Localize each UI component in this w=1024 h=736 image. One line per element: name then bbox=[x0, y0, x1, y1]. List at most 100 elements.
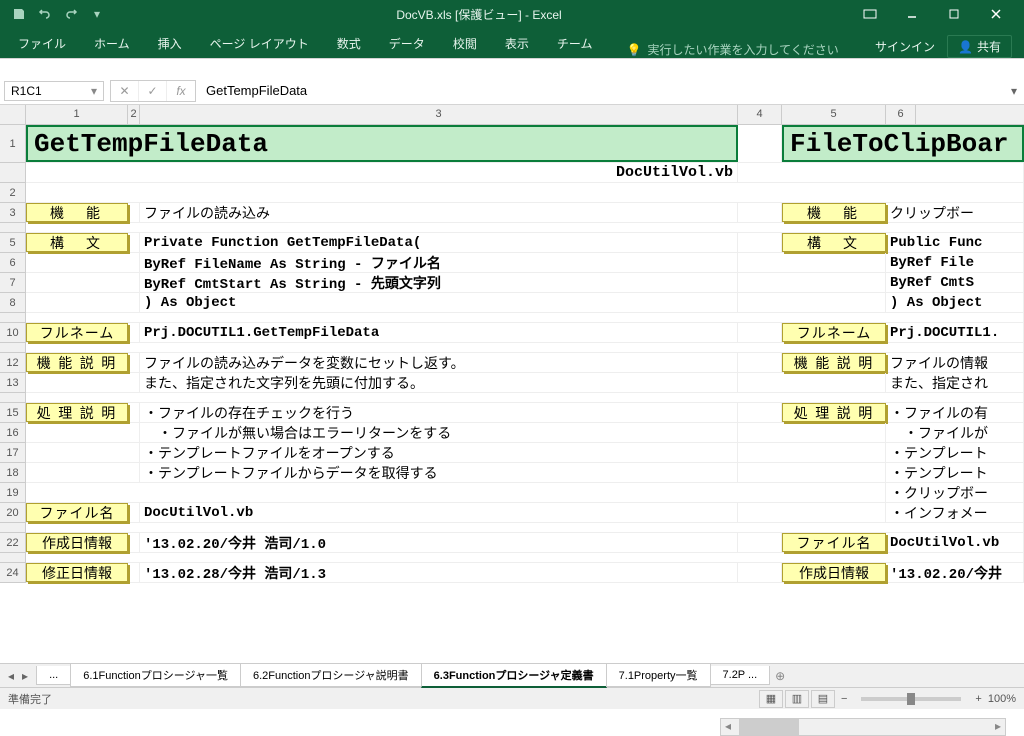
row-header[interactable]: 8 bbox=[0, 293, 26, 313]
row-header[interactable] bbox=[0, 163, 26, 183]
cell[interactable] bbox=[738, 253, 886, 272]
col-header[interactable]: 2 bbox=[128, 105, 140, 124]
cell[interactable]: ・テンプレート bbox=[886, 463, 1024, 482]
cell[interactable] bbox=[26, 293, 140, 312]
label-filename-2[interactable]: ファイル名 bbox=[782, 533, 886, 552]
undo-icon[interactable] bbox=[34, 3, 56, 25]
label-filename[interactable]: ファイル名 bbox=[26, 503, 128, 522]
tab-insert[interactable]: 挿入 bbox=[144, 29, 196, 58]
row-header[interactable]: 17 bbox=[0, 443, 26, 463]
col-header[interactable]: 6 bbox=[886, 105, 916, 124]
cell[interactable] bbox=[738, 503, 886, 522]
view-break-icon[interactable]: ▤ bbox=[811, 690, 835, 708]
tell-me[interactable]: 💡 実行したい作業を入力してください bbox=[626, 41, 838, 58]
save-icon[interactable] bbox=[8, 3, 30, 25]
view-page-icon[interactable]: ▥ bbox=[785, 690, 809, 708]
cell[interactable]: ) As Object bbox=[886, 293, 1024, 312]
cell[interactable] bbox=[738, 293, 886, 312]
cell[interactable]: ファイルの読み込みデータを変数にセットし返す。 bbox=[140, 353, 738, 372]
row-header[interactable]: 10 bbox=[0, 323, 26, 343]
maximize-icon[interactable] bbox=[934, 0, 974, 28]
label-fullname-2[interactable]: フルネーム bbox=[782, 323, 886, 342]
cell[interactable]: ファイルの情報 bbox=[886, 353, 1024, 372]
cell[interactable] bbox=[738, 443, 886, 462]
accept-formula-icon[interactable]: ✓ bbox=[139, 81, 167, 101]
cancel-formula-icon[interactable]: ✕ bbox=[111, 81, 139, 101]
cell[interactable] bbox=[128, 353, 140, 372]
col-header[interactable]: 5 bbox=[782, 105, 886, 124]
cell[interactable]: ・ファイルが無い場合はエラーリターンをする bbox=[140, 423, 738, 442]
tab-team[interactable]: チーム bbox=[543, 29, 607, 58]
cell[interactable]: Prj.DOCUTIL1. bbox=[886, 323, 1024, 342]
cell[interactable]: '13.02.20/今井 浩司/1.0 bbox=[140, 533, 738, 552]
cell[interactable]: DocUtilVol.vb bbox=[140, 503, 738, 522]
zoom-in-icon[interactable]: + bbox=[975, 693, 981, 705]
sheet-tab[interactable]: 6.1Functionプロシージャ一覧 bbox=[70, 664, 241, 687]
label-kinou[interactable]: 機 能 bbox=[26, 203, 128, 222]
cell[interactable]: ・クリップボー bbox=[886, 483, 1024, 502]
horizontal-scrollbar[interactable]: ◂ ▸ bbox=[720, 718, 1006, 736]
tab-data[interactable]: データ bbox=[375, 29, 439, 58]
row-header[interactable] bbox=[0, 313, 26, 323]
label-sakusei-2[interactable]: 作成日情報 bbox=[782, 563, 886, 582]
row-header[interactable]: 3 bbox=[0, 203, 26, 223]
scroll-thumb[interactable] bbox=[739, 719, 799, 735]
cell[interactable]: Public Func bbox=[886, 233, 1024, 252]
row-header[interactable]: 16 bbox=[0, 423, 26, 443]
zoom-level[interactable]: 100% bbox=[988, 693, 1016, 705]
row-header[interactable]: 20 bbox=[0, 503, 26, 523]
row-header[interactable]: 2 bbox=[0, 183, 26, 203]
label-koubun-2[interactable]: 構 文 bbox=[782, 233, 886, 252]
tab-nav-first-icon[interactable]: ◂ bbox=[8, 669, 14, 683]
tab-file[interactable]: ファイル bbox=[4, 29, 80, 58]
row-header[interactable] bbox=[0, 553, 26, 563]
sheet-tab-active[interactable]: 6.3Functionプロシージャ定義書 bbox=[421, 664, 607, 688]
cell[interactable]: ByRef CmtStart As String - 先頭文字列 bbox=[140, 273, 738, 292]
row-header[interactable] bbox=[0, 523, 26, 533]
cell[interactable] bbox=[26, 223, 1024, 232]
cell[interactable]: ・インフォメー bbox=[886, 503, 1024, 522]
col-header[interactable]: 1 bbox=[26, 105, 128, 124]
tab-home[interactable]: ホーム bbox=[80, 29, 144, 58]
redo-icon[interactable] bbox=[60, 3, 82, 25]
cell[interactable] bbox=[26, 343, 1024, 352]
cell[interactable] bbox=[26, 443, 140, 462]
cell[interactable] bbox=[738, 273, 886, 292]
scroll-right-icon[interactable]: ▸ bbox=[991, 719, 1005, 735]
cell[interactable]: DocUtilVol.vb bbox=[886, 533, 1024, 552]
label-koubun[interactable]: 構 文 bbox=[26, 233, 128, 252]
cell[interactable]: ・テンプレート bbox=[886, 443, 1024, 462]
cell[interactable]: ・ファイルの有 bbox=[886, 403, 1024, 422]
cell[interactable]: ・テンプレートファイルからデータを取得する bbox=[140, 463, 738, 482]
name-box[interactable]: R1C1 ▾ bbox=[4, 81, 104, 101]
cell[interactable] bbox=[26, 523, 1024, 532]
cell[interactable]: Prj.DOCUTIL1.GetTempFileData bbox=[140, 323, 738, 342]
tab-formulas[interactable]: 数式 bbox=[323, 29, 375, 58]
cell[interactable] bbox=[738, 203, 782, 222]
cell[interactable] bbox=[738, 353, 782, 372]
tab-view[interactable]: 表示 bbox=[491, 29, 543, 58]
row-header[interactable]: 6 bbox=[0, 253, 26, 273]
row-header[interactable]: 15 bbox=[0, 403, 26, 423]
cell[interactable]: ) As Object bbox=[140, 293, 738, 312]
cell[interactable]: ・ファイルの存在チェックを行う bbox=[140, 403, 738, 422]
cell[interactable]: また、指定された文字列を先頭に付加する。 bbox=[140, 373, 738, 392]
cell[interactable] bbox=[26, 183, 1024, 202]
cell[interactable] bbox=[738, 403, 782, 422]
cell[interactable]: ByRef CmtS bbox=[886, 273, 1024, 292]
tab-review[interactable]: 校閲 bbox=[439, 29, 491, 58]
cell[interactable] bbox=[128, 403, 140, 422]
cell[interactable] bbox=[128, 323, 140, 342]
cell[interactable] bbox=[738, 563, 782, 582]
cell[interactable] bbox=[26, 273, 140, 292]
row-header[interactable]: 12 bbox=[0, 353, 26, 373]
cell[interactable]: Private Function GetTempFileData( bbox=[140, 233, 738, 252]
row-header[interactable]: 19 bbox=[0, 483, 26, 503]
share-button[interactable]: 👤 共有 bbox=[947, 35, 1012, 58]
cell[interactable]: '13.02.28/今井 浩司/1.3 bbox=[140, 563, 738, 582]
col-header[interactable]: 3 bbox=[140, 105, 738, 124]
row-header[interactable] bbox=[0, 393, 26, 403]
cell[interactable] bbox=[738, 323, 782, 342]
sheet-tab[interactable]: 7.2P ... bbox=[710, 666, 771, 685]
cell[interactable] bbox=[738, 373, 886, 392]
